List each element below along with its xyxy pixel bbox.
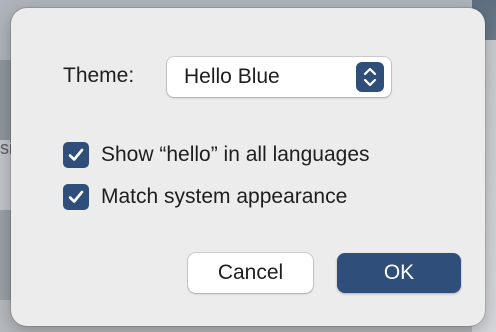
checkmark-icon xyxy=(68,190,84,203)
theme-popup-value: Hello Blue xyxy=(184,65,280,88)
preferences-dialog: Theme: Hello Blue Show “hello” in all la… xyxy=(11,8,485,326)
show-hello-all-languages-option[interactable]: Show “hello” in all languages xyxy=(63,142,370,168)
cancel-button[interactable]: Cancel xyxy=(188,253,313,293)
checkmark-icon xyxy=(68,148,84,161)
chevron-up-down-icon xyxy=(356,62,384,92)
match-system-appearance-label[interactable]: Match system appearance xyxy=(101,185,347,209)
ok-button[interactable]: OK xyxy=(337,253,461,293)
match-system-appearance-option[interactable]: Match system appearance xyxy=(63,184,347,210)
show-hello-all-languages-checkbox[interactable] xyxy=(63,142,89,168)
theme-label: Theme: xyxy=(63,64,135,87)
theme-popup-button[interactable]: Hello Blue xyxy=(167,57,391,97)
match-system-appearance-checkbox[interactable] xyxy=(63,184,89,210)
show-hello-all-languages-label[interactable]: Show “hello” in all languages xyxy=(101,143,370,167)
